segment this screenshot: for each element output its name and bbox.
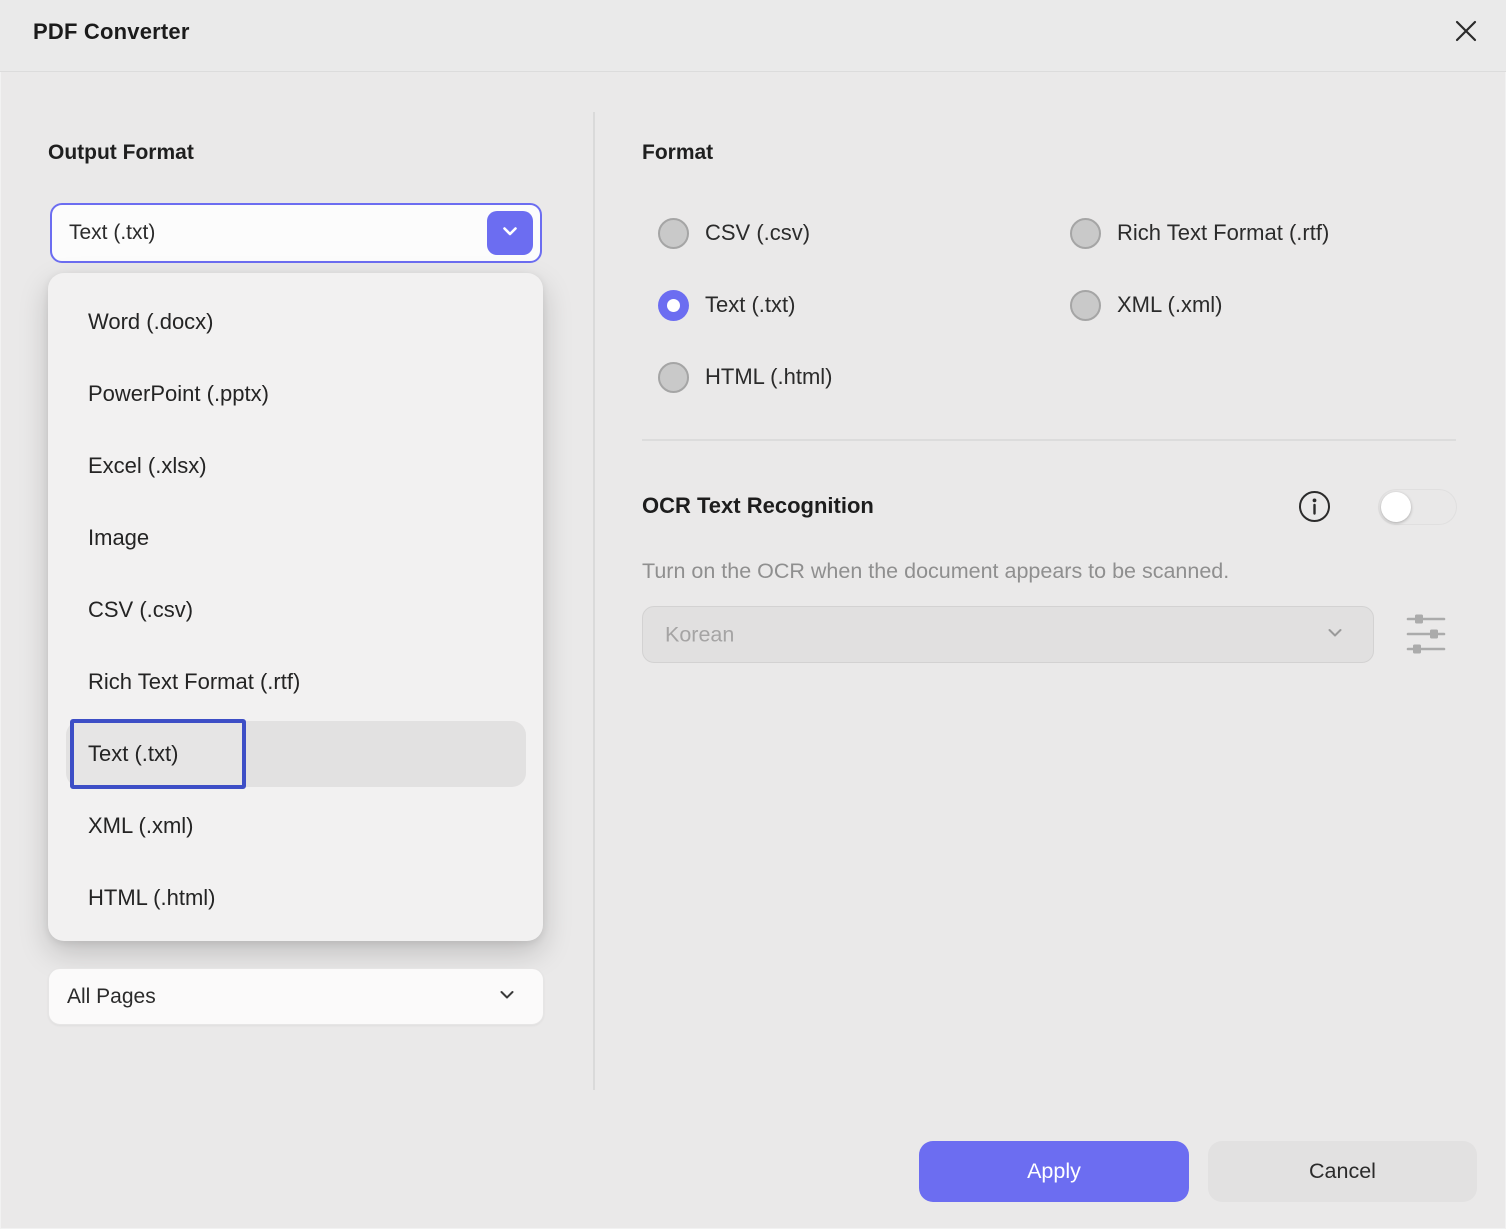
- dropdown-item-label: XML (.xml): [88, 813, 194, 839]
- ocr-toggle[interactable]: [1378, 489, 1457, 525]
- format-label: Format: [642, 141, 713, 165]
- chevron-down-icon: [1325, 622, 1345, 647]
- page-range-select-value: All Pages: [67, 985, 156, 1009]
- page-range-select[interactable]: All Pages: [48, 968, 544, 1025]
- chevron-down-icon: [497, 984, 517, 1009]
- dropdown-item[interactable]: Image: [48, 502, 543, 574]
- format-radio-option[interactable]: CSV (.csv): [658, 210, 1070, 256]
- pdf-converter-dialog: PDF Converter Output Format Text (.txt) …: [0, 0, 1506, 1229]
- info-icon[interactable]: [1298, 490, 1331, 523]
- dropdown-item-label: Word (.docx): [88, 309, 214, 335]
- format-radio-option[interactable]: XML (.xml): [1070, 282, 1468, 328]
- output-format-select-expand-button[interactable]: [487, 211, 533, 255]
- output-format-select[interactable]: Text (.txt): [50, 203, 542, 263]
- radio-unselected-icon[interactable]: [1070, 290, 1101, 321]
- chevron-down-icon: [499, 220, 521, 247]
- dropdown-item[interactable]: Excel (.xlsx): [48, 430, 543, 502]
- close-button[interactable]: [1448, 15, 1484, 51]
- radio-unselected-icon[interactable]: [658, 218, 689, 249]
- ocr-language-select-value: Korean: [665, 622, 734, 647]
- dropdown-item-label: Image: [88, 525, 149, 551]
- format-radio-option[interactable]: Rich Text Format (.rtf): [1070, 210, 1468, 256]
- format-radio-group: CSV (.csv) Rich Text Format (.rtf) Text (.…: [658, 210, 1468, 400]
- dropdown-item-label: CSV (.csv): [88, 597, 193, 623]
- dropdown-item-label: HTML (.html): [88, 885, 216, 911]
- ocr-section-title: OCR Text Recognition: [642, 493, 874, 519]
- radio-unselected-icon[interactable]: [658, 362, 689, 393]
- dropdown-item[interactable]: CSV (.csv): [48, 574, 543, 646]
- format-radio-label: CSV (.csv): [705, 220, 810, 246]
- cancel-button[interactable]: Cancel: [1208, 1141, 1477, 1202]
- dropdown-item-label: PowerPoint (.pptx): [88, 381, 269, 407]
- focus-highlight-box: Text (.txt): [70, 719, 246, 789]
- close-icon: [1450, 15, 1482, 52]
- format-radio-label: HTML (.html): [705, 364, 833, 390]
- dropdown-item-label: Text (.txt): [88, 741, 178, 767]
- radio-unselected-icon[interactable]: [1070, 218, 1101, 249]
- dropdown-item[interactable]: Word (.docx): [48, 286, 543, 358]
- section-divider: [642, 439, 1456, 441]
- format-radio-label: XML (.xml): [1117, 292, 1223, 318]
- output-format-select-value: Text (.txt): [69, 221, 155, 245]
- dropdown-item-label: Excel (.xlsx): [88, 453, 207, 479]
- dropdown-item[interactable]: PowerPoint (.pptx): [48, 358, 543, 430]
- dropdown-item[interactable]: Rich Text Format (.rtf): [48, 646, 543, 718]
- titlebar: PDF Converter: [0, 0, 1506, 72]
- page-title: PDF Converter: [33, 19, 190, 45]
- format-radio-label: Text (.txt): [705, 292, 795, 318]
- output-format-dropdown-list: Word (.docx) PowerPoint (.pptx) Excel (.xl…: [48, 273, 543, 941]
- format-radio-label: Rich Text Format (.rtf): [1117, 220, 1329, 246]
- ocr-description: Turn on the OCR when the document appear…: [642, 559, 1229, 584]
- dropdown-item[interactable]: Text (.txt): [48, 718, 543, 790]
- column-divider: [593, 112, 595, 1090]
- sliders-icon[interactable]: [1404, 610, 1448, 658]
- format-radio-option[interactable]: Text (.txt): [658, 282, 1070, 328]
- apply-button[interactable]: Apply: [919, 1141, 1189, 1202]
- output-format-label: Output Format: [48, 141, 194, 165]
- ocr-toggle-knob: [1381, 492, 1411, 522]
- radio-selected-icon[interactable]: [658, 290, 689, 321]
- dropdown-item-label: Rich Text Format (.rtf): [88, 669, 300, 695]
- dropdown-item[interactable]: HTML (.html): [48, 862, 543, 934]
- format-radio-option[interactable]: HTML (.html): [658, 354, 1070, 400]
- ocr-language-select[interactable]: Korean: [642, 606, 1374, 663]
- dropdown-item[interactable]: XML (.xml): [48, 790, 543, 862]
